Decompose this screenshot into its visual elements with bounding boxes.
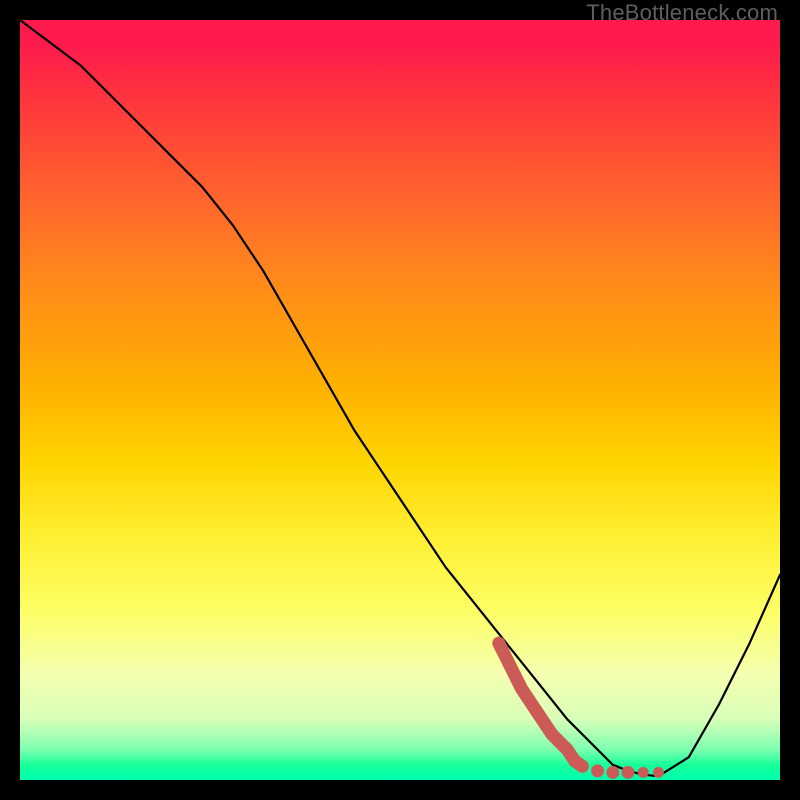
- curve-layer: [20, 20, 780, 780]
- plot-area: [20, 20, 780, 780]
- chart-frame: TheBottleneck.com: [0, 0, 800, 800]
- recommended-range-dot: [622, 766, 635, 779]
- recommended-range-dot: [638, 767, 649, 778]
- watermark-text: TheBottleneck.com: [586, 0, 778, 26]
- recommended-range-dot: [606, 766, 619, 779]
- recommended-range-stroke: [499, 643, 583, 766]
- recommended-range-dot: [591, 764, 604, 777]
- bottleneck-curve: [20, 20, 780, 776]
- recommended-range-dot: [653, 767, 664, 778]
